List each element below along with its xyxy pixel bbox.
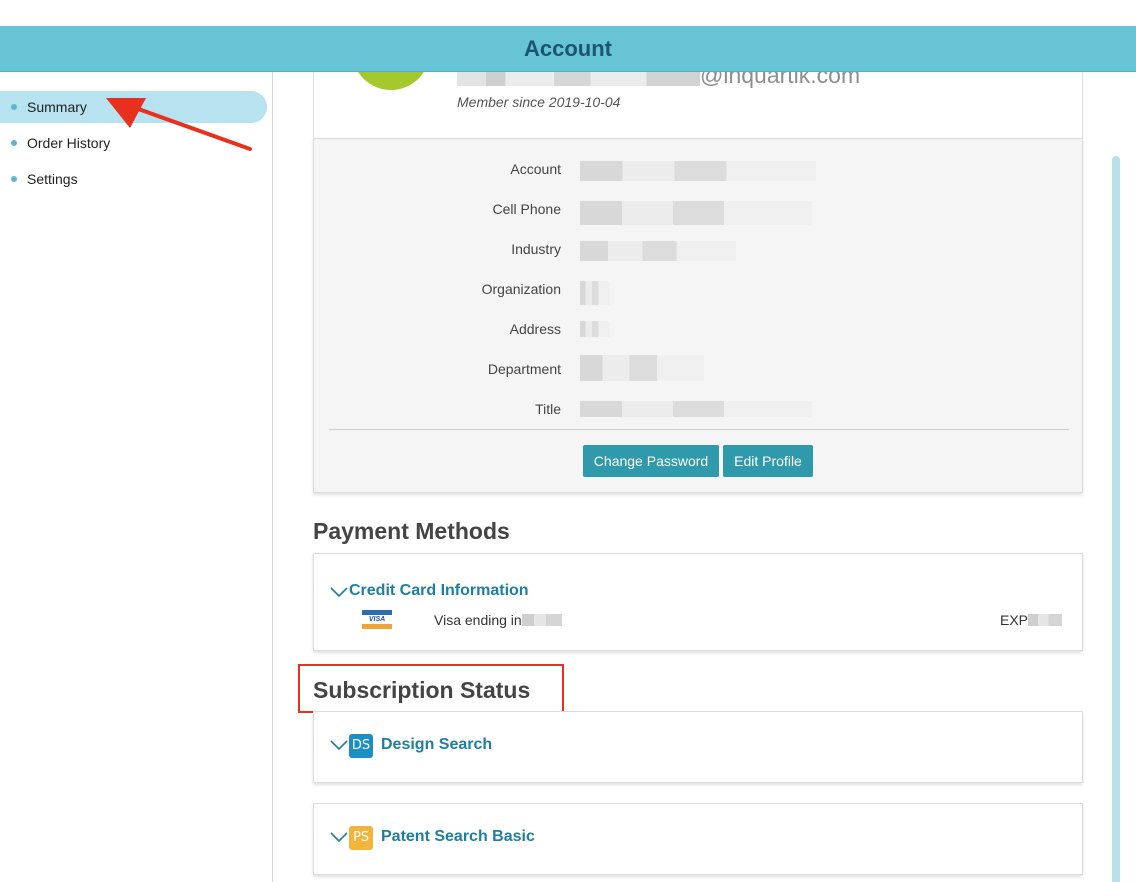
visa-bottom-band xyxy=(362,624,392,629)
expiry-text: EXP xyxy=(1000,612,1062,628)
visa-ending-label: Visa ending in xyxy=(434,612,522,628)
visa-brand-text: VISA xyxy=(362,615,392,624)
detail-label: Title xyxy=(535,401,561,417)
detail-label: Organization xyxy=(481,281,561,297)
redacted-card-digits xyxy=(521,614,562,626)
detail-row-cell-phone: Cell Phone xyxy=(314,201,1084,225)
visa-card-icon: VISA xyxy=(362,610,392,630)
sidebar-item-label: Order History xyxy=(27,135,111,151)
redacted-expiry xyxy=(1028,614,1062,626)
chevron-down-icon[interactable] xyxy=(330,739,348,751)
detail-value-redacted xyxy=(580,161,816,181)
chevron-down-icon[interactable] xyxy=(330,586,348,598)
credit-card-panel: Credit Card Information VISA Visa ending… xyxy=(313,553,1083,651)
subscription-patent-search-basic: PS Patent Search Basic xyxy=(313,803,1083,875)
member-since: Member since 2019-10-04 xyxy=(457,94,621,110)
patent-search-basic-header[interactable]: Patent Search Basic xyxy=(381,828,535,846)
payment-methods-title: Payment Methods xyxy=(313,518,510,544)
detail-value-redacted xyxy=(580,355,704,381)
credit-card-header[interactable]: Credit Card Information xyxy=(349,582,529,600)
detail-row-industry: Industry xyxy=(314,241,1084,261)
expiry-label: EXP xyxy=(999,612,1028,628)
detail-row-department: Department xyxy=(314,355,1084,381)
change-password-button[interactable]: Change Password xyxy=(583,445,719,477)
detail-row-address: Address xyxy=(314,321,1084,341)
detail-label: Account xyxy=(510,161,561,177)
avatar xyxy=(352,72,430,90)
sidebar-item-label: Settings xyxy=(27,171,78,187)
divider xyxy=(329,429,1069,430)
detail-value-redacted xyxy=(580,281,610,305)
email-domain: @inquartik.com xyxy=(700,72,861,88)
patent-search-icon: PS xyxy=(349,826,373,850)
account-page: Account Summary Order History Settings @… xyxy=(0,0,1136,882)
user-email: @inquartik.com xyxy=(457,72,860,89)
chevron-down-icon[interactable] xyxy=(330,831,348,843)
sidebar-item-label: Summary xyxy=(27,99,87,115)
detail-row-organization: Organization xyxy=(314,281,1084,305)
design-search-icon: DS xyxy=(349,734,373,758)
profile-details-card: Account Cell Phone Industry Organization… xyxy=(313,139,1083,493)
bullet-icon xyxy=(11,104,17,110)
detail-label: Industry xyxy=(511,241,561,257)
sidebar-item-settings[interactable]: Settings xyxy=(0,163,267,195)
scrollbar[interactable] xyxy=(1112,156,1120,882)
detail-value-redacted xyxy=(580,201,812,225)
detail-value-redacted xyxy=(580,321,610,337)
sidebar-item-summary[interactable]: Summary xyxy=(0,91,267,123)
detail-label: Cell Phone xyxy=(492,201,562,217)
page-title: Account xyxy=(524,36,612,61)
subscription-status-title: Subscription Status xyxy=(313,677,531,703)
detail-value-redacted xyxy=(580,241,736,261)
sidebar: Summary Order History Settings xyxy=(0,72,273,882)
detail-label: Address xyxy=(509,321,561,337)
detail-row-title: Title xyxy=(314,401,1084,421)
detail-value-redacted xyxy=(580,401,812,417)
bullet-icon xyxy=(11,140,17,146)
subscription-design-search: DS Design Search xyxy=(313,711,1083,783)
page-header: Account xyxy=(0,26,1136,72)
detail-label: Department xyxy=(487,361,561,377)
detail-row-account: Account xyxy=(314,161,1084,181)
sidebar-item-order-history[interactable]: Order History xyxy=(0,127,267,159)
main-content: @inquartik.com Member since 2019-10-04 A… xyxy=(273,72,1136,882)
profile-header-card: @inquartik.com Member since 2019-10-04 xyxy=(313,72,1083,139)
visa-ending-text: Visa ending in xyxy=(434,612,562,628)
bullet-icon xyxy=(11,176,17,182)
edit-profile-button[interactable]: Edit Profile xyxy=(723,445,813,477)
design-search-header[interactable]: Design Search xyxy=(381,736,492,754)
redacted-email-user xyxy=(457,72,700,86)
